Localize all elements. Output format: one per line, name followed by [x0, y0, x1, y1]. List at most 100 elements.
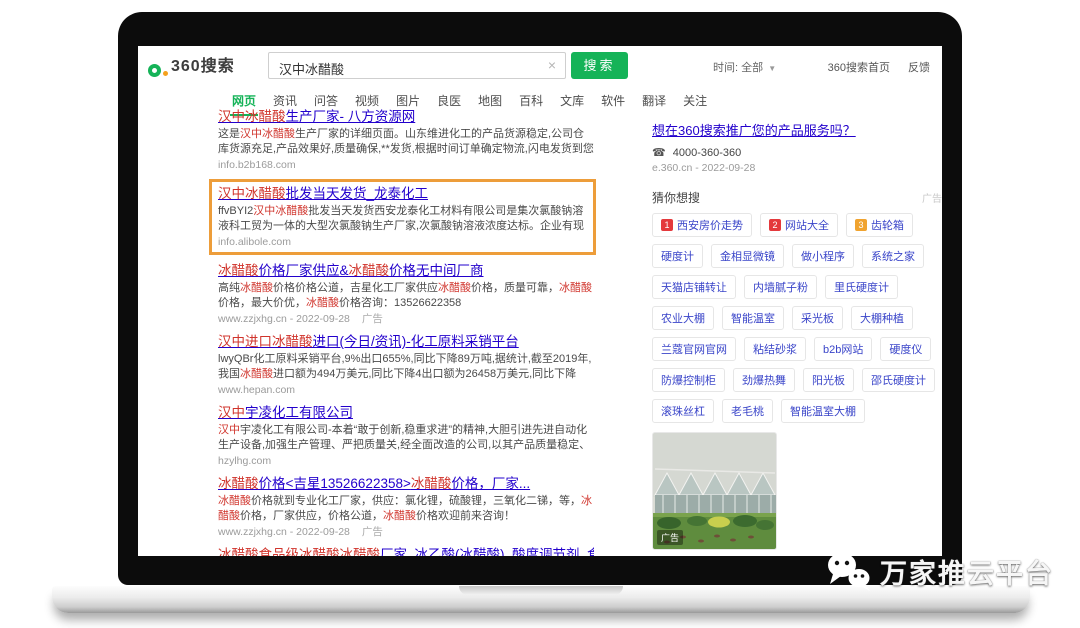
feedback-link[interactable]: 反馈: [908, 59, 930, 75]
result-title-link[interactable]: 冰醋酸食品级冰醋酸冰醋酸厂家_冰乙酸(冰醋酸)_酸度调节剂_食...: [218, 546, 594, 556]
text-segment: 这是: [218, 128, 240, 140]
suggest-tag-row-2: 硬度计 金相显微镜 做小程序 系统之家: [652, 244, 942, 268]
360-search-logo[interactable]: 360搜索: [148, 56, 235, 77]
suggest-tag-label: 硬度仪: [889, 341, 922, 357]
result-item-2: 汉中冰醋酸批发当天发货_龙泰化工ffvBYI2汉中冰醋酸批发当天发货西安龙泰化工…: [209, 179, 596, 255]
suggest-tag[interactable]: 里氏硬度计: [825, 275, 898, 299]
highlighted-term: 冰醋酸: [240, 368, 273, 380]
result-url-text: info.alibole.com: [218, 236, 291, 248]
result-url: hzylhg.com: [218, 455, 594, 468]
highlighted-term: 冰醋酸食品级冰醋酸冰醋酸: [218, 547, 380, 556]
text-segment: 价格<吉星13526622358>: [259, 476, 411, 491]
suggest-tag[interactable]: 邵氏硬度计: [862, 368, 935, 392]
result-url-text: info.b2b168.com: [218, 159, 296, 171]
results-list: 汉中冰醋酸生产厂家- 八方资源网这是汉中冰醋酸生产厂家的详细页面。山东维进化工的…: [218, 108, 594, 556]
result-title-link[interactable]: 汉中宇凌化工有限公司: [218, 404, 594, 421]
text-segment: 批发当天发货_龙泰化工: [286, 186, 429, 201]
result-title-link[interactable]: 冰醋酸价格<吉星13526622358>冰醋酸价格，厂家...: [218, 475, 594, 492]
time-filter-dropdown[interactable]: 时间: 全部 ▼: [713, 59, 776, 75]
suggest-tag[interactable]: 天猫店铺转让: [652, 275, 736, 299]
suggest-ad-label: 广告: [922, 190, 942, 205]
suggest-tag[interactable]: 粘结砂浆: [744, 337, 806, 361]
highlighted-term: 冰醋酸: [559, 282, 592, 294]
text-segment: 宇凌化工有限公司-本着“敢于创新,稳重求进”的精神,大胆引进先进自动化生产设备,…: [218, 424, 590, 453]
result-snippet: 高纯冰醋酸价格价格公道，吉星化工厂家供应冰醋酸价格，质量可靠，冰醋酸价格，最大价…: [218, 281, 594, 311]
page: 360搜索 汉中冰醋酸 × 搜索 时间: 全部 ▼ 360搜索首页 反馈 网页资…: [0, 0, 1080, 628]
result-snippet: 冰醋酸价格就到专业化工厂家，供应：氯化锂，硫酸锂，三氧化二锑，等，冰醋酸价格，厂…: [218, 494, 594, 524]
ad-photo[interactable]: 广告: [652, 432, 777, 550]
highlighted-term: 冰醋酸: [240, 282, 273, 294]
text-segment: 厂家_冰乙酸(冰醋酸)_酸度调节剂_食...: [380, 547, 594, 556]
suggest-tag-row-7: 滚珠丝杠老毛桃智能温室大棚: [652, 399, 942, 423]
result-url: www.zzjxhg.cn - 2022-09-28广告: [218, 313, 594, 326]
text-segment: 生产厂家- 八方资源网: [286, 109, 416, 124]
text-segment: 价格，厂家...: [451, 476, 530, 491]
result-title-link[interactable]: 冰醋酸价格厂家供应&冰醋酸价格无中间厂商: [218, 262, 594, 279]
suggest-tag[interactable]: 劲爆热舞: [733, 368, 795, 392]
highlighted-term: 冰醋酸: [218, 495, 251, 507]
suggest-tag[interactable]: 3齿轮箱: [846, 213, 913, 237]
nav-tab-10[interactable]: 软件: [599, 88, 627, 116]
highlighted-term: 汉中冰醋酸: [218, 109, 286, 124]
text-segment: 价格，厂家供应，价格公道，: [240, 510, 383, 522]
highlighted-term: 汉中: [218, 424, 240, 436]
suggest-tag[interactable]: 农业大棚: [652, 306, 714, 330]
suggest-tag-label: 农业大棚: [661, 310, 705, 326]
result-url: info.alibole.com: [218, 236, 587, 249]
result-url: info.b2b168.com: [218, 159, 594, 172]
result-url-text: www.hepan.com: [218, 384, 295, 396]
header-links: 360搜索首页 反馈: [828, 59, 930, 75]
suggest-tag[interactable]: b2b网站: [814, 337, 872, 361]
search-button[interactable]: 搜索: [571, 52, 628, 79]
suggest-tag[interactable]: 2 网站大全: [760, 213, 838, 237]
suggest-tag-label: 防爆控制柜: [661, 372, 716, 388]
suggest-tag[interactable]: 智能温室: [722, 306, 784, 330]
result-title-link[interactable]: 汉中冰醋酸批发当天发货_龙泰化工: [218, 185, 587, 202]
suggest-tag-row-5: 兰蔻官网官网 粘结砂浆 b2b网站 硬度仪: [652, 337, 942, 361]
time-filter-label: 时间: 全部: [713, 62, 763, 74]
nav-tab-12[interactable]: 关注: [681, 88, 709, 116]
suggest-tag[interactable]: 滚珠丝杠: [652, 399, 714, 423]
suggest-tag[interactable]: 系统之家: [862, 244, 924, 268]
suggest-tag-label: 硬度计: [661, 248, 694, 264]
highlighted-term: 汉中冰醋酸: [253, 205, 308, 217]
suggest-tag-label: 兰蔻官网官网: [661, 341, 727, 357]
clear-search-icon[interactable]: ×: [548, 57, 556, 73]
rank-badge: 2: [769, 219, 781, 231]
suggest-tag[interactable]: 金相显微镜: [711, 244, 784, 268]
suggest-tag[interactable]: 采光板: [792, 306, 843, 330]
browser-viewport: 360搜索 汉中冰醋酸 × 搜索 时间: 全部 ▼ 360搜索首页 反馈 网页资…: [138, 46, 942, 556]
suggest-tag[interactable]: 做小程序: [792, 244, 854, 268]
suggest-tag[interactable]: 智能温室大棚: [781, 399, 865, 423]
highlighted-term: 冰醋酸: [349, 263, 390, 278]
search-query-text: 汉中冰醋酸: [279, 59, 344, 78]
highlighted-term: 冰醋酸: [218, 476, 259, 491]
highlighted-term: 冰醋酸: [383, 510, 416, 522]
suggest-tag[interactable]: 1西安房价走势: [652, 213, 752, 237]
text-segment: 价格厂家供应&: [259, 263, 349, 278]
result-url-text: www.zzjxhg.cn - 2022-09-28: [218, 313, 350, 325]
suggest-tag[interactable]: 阳光板: [803, 368, 854, 392]
suggest-tag-row-3: 天猫店铺转让内墙腻子粉里氏硬度计: [652, 275, 942, 299]
suggest-tag[interactable]: 兰蔻官网官网: [652, 337, 736, 361]
nav-tab-11[interactable]: 翻译: [640, 88, 668, 116]
suggest-tag[interactable]: 硬度仪: [880, 337, 931, 361]
suggest-tag-label: 网站大全: [785, 217, 829, 233]
suggest-tag-label: 金相显微镜: [720, 248, 775, 264]
highlighted-term: 冰醋酸: [218, 263, 259, 278]
result-title-link[interactable]: 汉中冰醋酸生产厂家- 八方资源网: [218, 108, 594, 125]
suggest-tag[interactable]: 硬度计: [652, 244, 703, 268]
suggest-tag-label: 系统之家: [871, 248, 915, 264]
result-title-link[interactable]: 汉中进口冰醋酸进口(今日/资讯)-化工原料采销平台: [218, 333, 594, 350]
phone-icon: ☎: [652, 147, 666, 159]
home-link[interactable]: 360搜索首页: [828, 59, 890, 75]
suggest-tag-label: 大棚种植: [860, 310, 904, 326]
text-segment: 价格咨询：13526622358: [339, 297, 461, 309]
search-input[interactable]: 汉中冰醋酸 ×: [268, 52, 566, 79]
suggest-tag-row-4: 农业大棚 智能温室采光板 大棚种植: [652, 306, 942, 330]
promo-link[interactable]: 想在360搜索推广您的产品服务吗？: [652, 120, 942, 139]
suggest-tag[interactable]: 防爆控制柜: [652, 368, 725, 392]
suggest-tag[interactable]: 大棚种植: [851, 306, 913, 330]
suggest-tag[interactable]: 内墙腻子粉: [744, 275, 817, 299]
suggest-tag[interactable]: 老毛桃: [722, 399, 773, 423]
